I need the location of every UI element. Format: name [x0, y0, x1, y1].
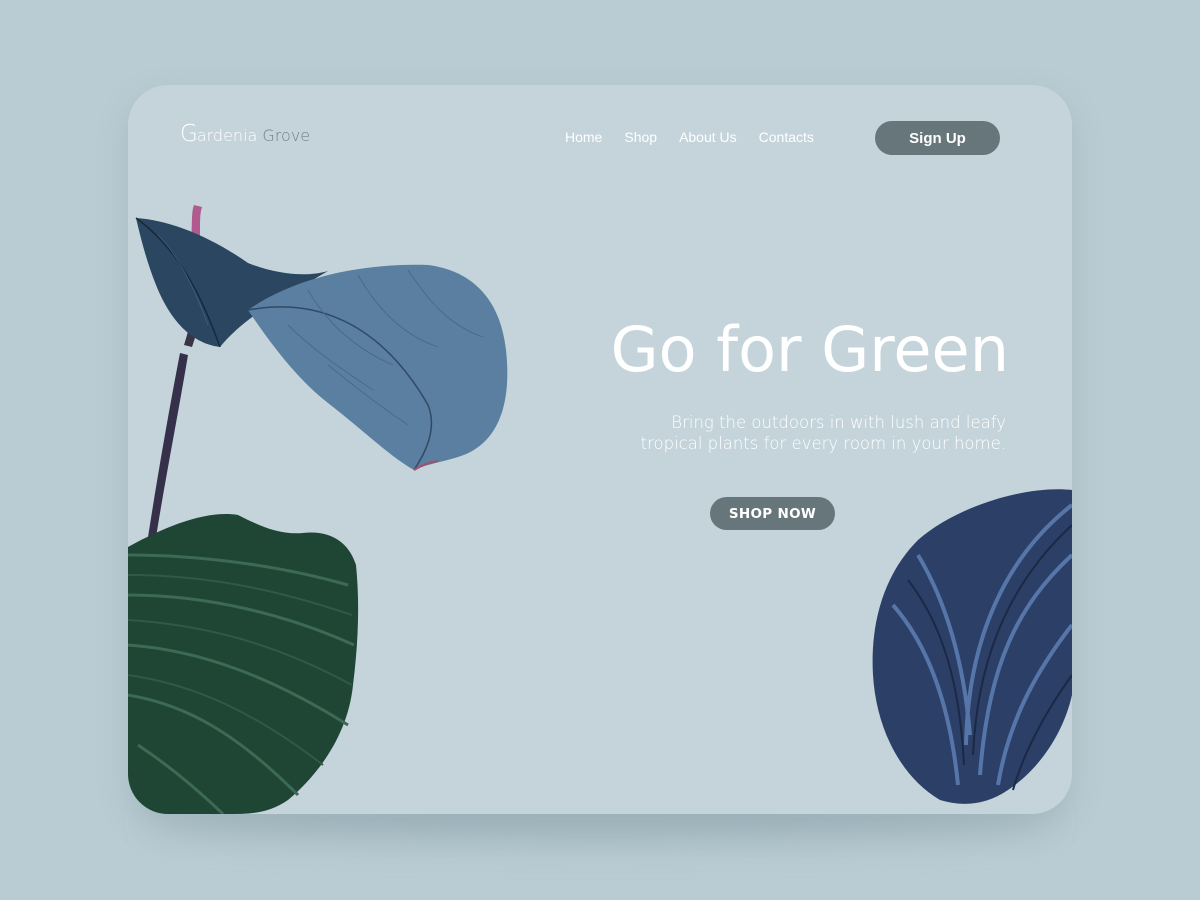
logo-word-1: ardenia: [196, 126, 258, 145]
landing-card: Gardenia Grove Home Shop About Us Contac…: [128, 85, 1072, 814]
main-nav: Home Shop About Us Contacts: [565, 129, 814, 145]
page-stage: Gardenia Grove Home Shop About Us Contac…: [0, 0, 1200, 900]
nav-shop[interactable]: Shop: [624, 129, 657, 145]
leaf-navy-right: [872, 489, 1072, 804]
leaf-green-bottom-left: [128, 514, 359, 814]
logo-word-2: Grove: [262, 126, 311, 145]
hero-subtitle: Bring the outdoors in with lush and leaf…: [640, 413, 1006, 453]
hero-title: Go for Green: [610, 313, 1009, 386]
leaf-blue-large: [248, 264, 508, 470]
plant-stem-lower: [146, 353, 188, 550]
nav-about-us[interactable]: About Us: [679, 129, 737, 145]
logo-initial: G: [180, 121, 198, 147]
sign-up-button[interactable]: Sign Up: [875, 121, 1000, 155]
shop-now-button[interactable]: SHOP NOW: [710, 497, 835, 530]
nav-home[interactable]: Home: [565, 129, 602, 145]
brand-logo[interactable]: Gardenia Grove: [180, 121, 310, 147]
nav-contacts[interactable]: Contacts: [759, 129, 814, 145]
